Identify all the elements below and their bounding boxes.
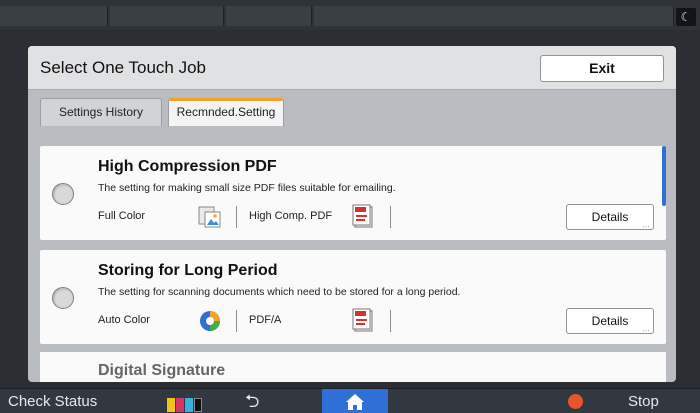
toner-level-icon[interactable] (167, 395, 203, 412)
tab-recommended-setting[interactable]: Recmnded.Setting (168, 98, 284, 126)
stop-button[interactable]: Stop (628, 389, 659, 413)
file-type-label: PDF/A (249, 314, 282, 326)
status-segment (0, 6, 108, 26)
dialog-header: Select One Touch Job Exit (28, 46, 676, 90)
auto-color-icon (198, 309, 222, 331)
job-list: High Compression PDF The setting for mak… (40, 146, 670, 382)
pdf-file-icon (352, 308, 376, 332)
details-label: Details (591, 314, 629, 328)
job-radio-button[interactable] (52, 183, 74, 205)
divider (236, 310, 237, 332)
list-item[interactable]: Digital Signature (40, 352, 666, 382)
back-arrow-icon[interactable]: ⮌ (245, 389, 259, 413)
color-mode-label: Full Color (98, 210, 146, 222)
exit-button[interactable]: Exit (540, 55, 664, 82)
home-icon[interactable] (322, 389, 388, 413)
scrollbar[interactable] (662, 146, 666, 206)
tab-settings-history[interactable]: Settings History (40, 98, 162, 126)
divider (390, 206, 391, 228)
energy-saver-moon-icon[interactable]: ☾ (676, 8, 696, 26)
top-status-strip: ☾ (0, 0, 700, 30)
more-dots-icon: … (642, 324, 650, 333)
job-title: Storing for Long Period (98, 262, 278, 279)
job-title: Digital Signature (98, 362, 226, 379)
details-button[interactable]: Details … (566, 308, 654, 334)
pdf-file-icon (352, 204, 376, 228)
details-button[interactable]: Details … (566, 204, 654, 230)
job-description: The setting for making small size PDF fi… (98, 182, 396, 194)
divider (236, 206, 237, 228)
job-title: High Compression PDF (98, 158, 277, 175)
details-label: Details (591, 210, 629, 224)
bottom-bar: Check Status ⮌ Stop (0, 388, 700, 413)
page-title: Select One Touch Job (40, 58, 207, 77)
full-color-icon (198, 206, 222, 228)
more-dots-icon: … (642, 220, 650, 229)
file-type-label: High Comp. PDF (249, 210, 333, 222)
status-segment (226, 6, 312, 26)
list-item[interactable]: Storing for Long Period The setting for … (40, 250, 666, 344)
status-segment (314, 6, 674, 26)
job-radio-button[interactable] (52, 287, 74, 309)
one-touch-job-dialog: Select One Touch Job Exit Settings Histo… (28, 46, 676, 382)
divider (390, 310, 391, 332)
check-status-button[interactable]: Check Status (8, 389, 97, 413)
color-mode-label: Auto Color (98, 314, 150, 326)
job-description: The setting for scanning documents which… (98, 286, 461, 298)
list-item[interactable]: High Compression PDF The setting for mak… (40, 146, 666, 240)
stop-icon[interactable] (568, 394, 583, 409)
status-segment (110, 6, 224, 26)
